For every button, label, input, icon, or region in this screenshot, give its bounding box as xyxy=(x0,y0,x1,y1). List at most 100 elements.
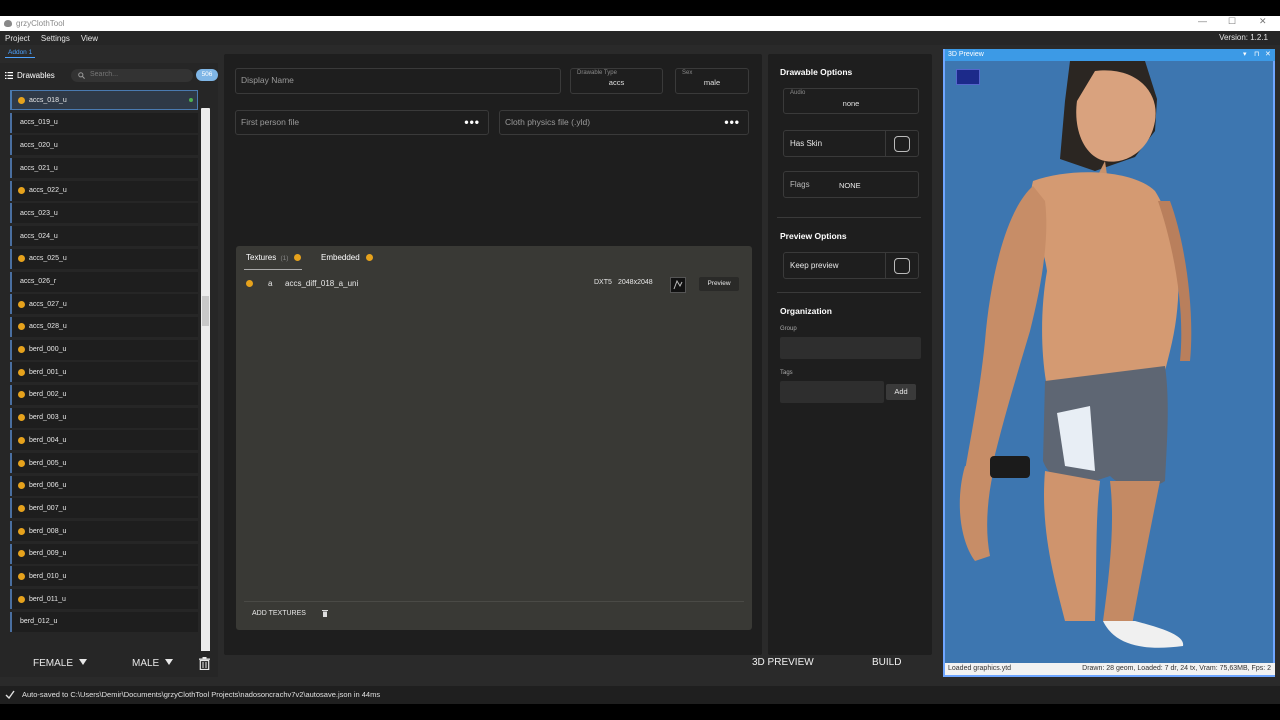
menu-settings[interactable]: Settings xyxy=(41,34,70,43)
drawable-list-item[interactable]: accs_024_u xyxy=(10,226,198,247)
tags-input[interactable] xyxy=(780,381,884,403)
drawable-list-scrollbar[interactable] xyxy=(201,108,210,656)
drawable-list-item[interactable]: berd_010_u xyxy=(10,566,198,587)
drawable-list-item[interactable]: accs_028_u xyxy=(10,316,198,337)
add-textures-button[interactable]: ADD TEXTURES xyxy=(252,610,306,617)
drawable-list-item[interactable]: berd_011_u xyxy=(10,589,198,610)
drawable-list-item[interactable]: berd_003_u xyxy=(10,407,198,428)
drawable-list-item[interactable]: berd_006_u xyxy=(10,475,198,496)
drawable-list-item[interactable]: accs_020_u xyxy=(10,135,198,156)
warning-icon xyxy=(18,527,25,535)
keep-preview-checkbox[interactable] xyxy=(894,258,910,274)
scrollbar-thumb[interactable] xyxy=(202,296,209,326)
drawable-list-item[interactable]: accs_019_u xyxy=(10,112,198,133)
drawable-list-item[interactable]: berd_004_u xyxy=(10,430,198,451)
drawable-label: accs_020_u xyxy=(20,141,58,149)
drawable-list-item[interactable]: accs_025_u xyxy=(10,248,198,269)
keep-preview-toggle[interactable]: Keep preview xyxy=(783,252,919,279)
tab-embedded[interactable]: Embedded xyxy=(321,253,373,262)
preview-options-title: Preview Options xyxy=(780,231,847,241)
texture-name: accs_diff_018_a_uni xyxy=(285,279,359,288)
character-model xyxy=(959,61,1192,648)
drawable-list-item[interactable]: berd_012_u xyxy=(10,611,198,632)
3d-preview-pane[interactable]: 3D Preview ▾ ⊓ ✕ Loaded graphics.ytd Dra… xyxy=(943,49,1275,677)
drawable-list-item[interactable]: berd_000_u xyxy=(10,339,198,360)
has-skin-label: Has Skin xyxy=(790,139,823,148)
maximize-button[interactable]: ☐ xyxy=(1228,16,1236,27)
chevron-down-icon xyxy=(79,659,88,665)
drawable-options-title: Drawable Options xyxy=(780,67,853,77)
warning-icon xyxy=(18,96,25,104)
tab-addon-1[interactable]: Addon 1 xyxy=(5,49,36,58)
pin-icon[interactable]: ⊓ xyxy=(1254,49,1259,61)
drawable-list-item[interactable]: accs_023_u xyxy=(10,203,198,224)
drawable-list-item[interactable]: accs_022_u xyxy=(10,180,198,201)
female-button[interactable]: FEMALE xyxy=(33,658,88,669)
warning-icon xyxy=(18,323,25,331)
drawable-label: berd_004_u xyxy=(29,436,67,444)
close-icon[interactable]: ✕ xyxy=(1265,49,1271,61)
search-icon xyxy=(78,72,85,79)
group-label: Group xyxy=(780,326,797,332)
drawable-count-badge: 506 xyxy=(196,69,218,81)
build-button[interactable]: BUILD xyxy=(872,657,901,668)
drawable-label: accs_026_r xyxy=(20,278,57,285)
drawable-label: accs_023_u xyxy=(20,209,58,217)
drawable-list-item[interactable]: berd_001_u xyxy=(10,362,198,383)
trash-icon[interactable] xyxy=(322,610,328,617)
browse-cloth-physics-button[interactable]: ••• xyxy=(724,116,740,128)
drawable-list-item[interactable]: berd_009_u xyxy=(10,543,198,564)
embedded-tab-label: Embedded xyxy=(321,253,360,262)
has-skin-checkbox[interactable] xyxy=(894,136,910,152)
cloth-physics-placeholder: Cloth physics file (.yld) xyxy=(505,117,591,127)
search-placeholder: Search... xyxy=(90,71,119,78)
browse-first-person-button[interactable]: ••• xyxy=(464,116,480,128)
sex-value: male xyxy=(703,78,721,87)
display-name-input[interactable]: Display Name xyxy=(235,68,561,94)
status-dot xyxy=(189,98,193,102)
drawable-list-item[interactable]: accs_021_u xyxy=(10,158,198,179)
drawable-list-item[interactable]: accs_026_r xyxy=(10,271,198,292)
female-label: FEMALE xyxy=(33,658,74,669)
flags-label: Flags xyxy=(790,180,810,189)
texture-preview-button[interactable]: Preview xyxy=(699,277,739,291)
drawables-title: Drawables xyxy=(17,71,55,80)
drawable-type-select[interactable]: Drawable Type accs xyxy=(570,68,663,94)
drawable-list-item[interactable]: berd_008_u xyxy=(10,521,198,542)
divider xyxy=(885,253,886,278)
flags-select[interactable]: Flags NONE xyxy=(783,171,919,198)
drawable-list-item[interactable]: accs_027_u xyxy=(10,294,198,315)
texture-row[interactable]: a accs_diff_018_a_uni DXT5 2048x2048 Pre… xyxy=(236,276,752,294)
drawable-list-item[interactable]: accs_018_u xyxy=(10,90,198,110)
menu-project[interactable]: Project xyxy=(5,34,30,43)
drawable-label: accs_021_u xyxy=(20,164,58,172)
minimize-button[interactable]: — xyxy=(1198,16,1207,26)
chevron-down-icon[interactable]: ▾ xyxy=(1243,49,1247,61)
textures-panel: Textures (1) Embedded a accs_diff_018_a_… xyxy=(236,246,752,630)
drawable-list-item[interactable]: berd_007_u xyxy=(10,498,198,519)
sex-select[interactable]: Sex male xyxy=(675,68,749,94)
male-button[interactable]: MALE xyxy=(132,658,174,669)
close-button[interactable]: ✕ xyxy=(1259,16,1267,27)
tab-textures[interactable]: Textures (1) xyxy=(246,253,301,262)
menu-view[interactable]: View xyxy=(81,34,98,43)
first-person-file-input[interactable]: First person file ••• xyxy=(235,110,489,135)
drawable-label: accs_028_u xyxy=(29,323,67,331)
drawable-list-item[interactable]: berd_002_u xyxy=(10,384,198,405)
drawable-list-item[interactable]: berd_005_u xyxy=(10,453,198,473)
audio-select[interactable]: Audio none xyxy=(783,88,919,114)
audio-value: none xyxy=(842,99,860,108)
drawable-label: berd_010_u xyxy=(29,572,67,580)
trash-icon[interactable] xyxy=(199,657,210,670)
search-input[interactable]: Search... xyxy=(71,69,193,82)
drawable-label: berd_012_u xyxy=(20,618,58,626)
version-label: Version: 1.2.1 xyxy=(1219,33,1268,42)
group-input[interactable] xyxy=(780,337,921,359)
cloth-physics-file-input[interactable]: Cloth physics file (.yld) ••• xyxy=(499,110,749,135)
warning-icon xyxy=(18,436,25,444)
has-skin-toggle[interactable]: Has Skin xyxy=(783,130,919,157)
add-tag-button[interactable]: Add xyxy=(886,384,916,400)
3d-preview-button[interactable]: 3D PREVIEW xyxy=(752,657,814,668)
audio-label: Audio xyxy=(790,90,806,96)
drawable-label: berd_006_u xyxy=(29,482,67,490)
